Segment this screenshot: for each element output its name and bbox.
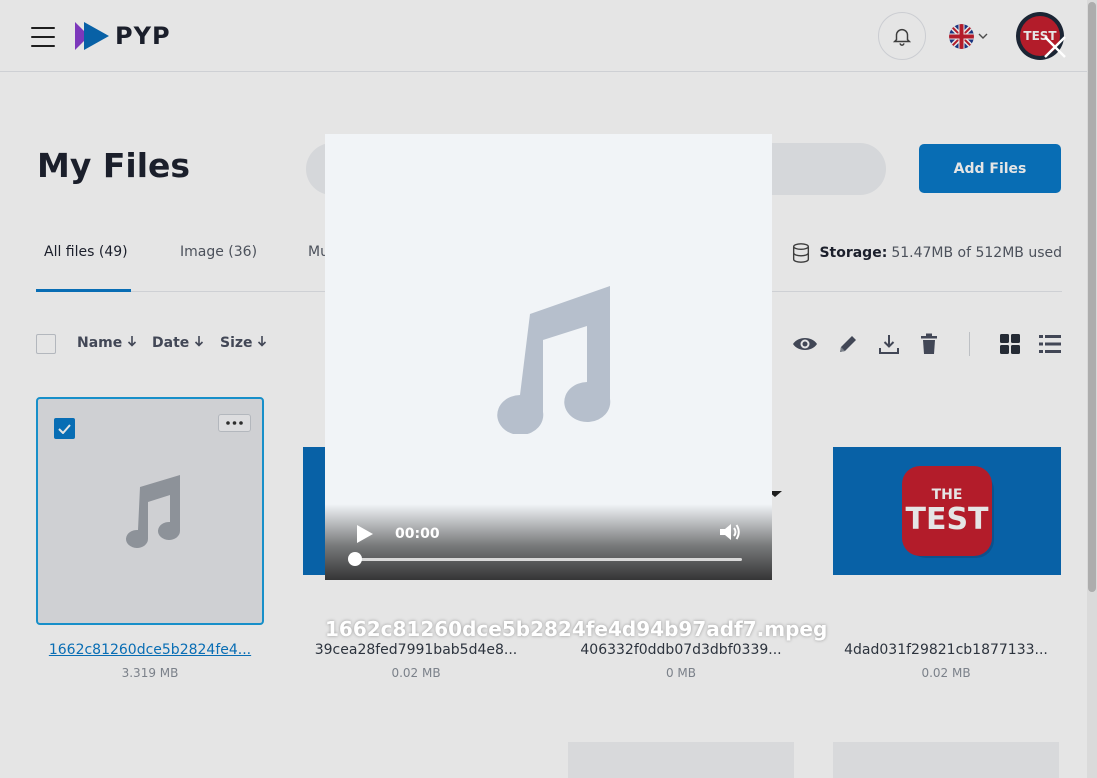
preview-file-name: 1662c81260dce5b2824fe4d94b97adf7.mpeg (325, 617, 828, 641)
player-time: 00:00 (395, 526, 440, 542)
seek-handle[interactable] (348, 552, 362, 566)
close-icon[interactable] (1042, 34, 1068, 60)
seek-bar[interactable] (348, 552, 742, 566)
play-icon[interactable] (356, 524, 374, 544)
audio-player-modal: 00:00 (325, 134, 772, 580)
player-controls: 00:00 (325, 504, 772, 580)
music-note-icon (497, 286, 611, 434)
volume-icon[interactable] (719, 522, 741, 542)
